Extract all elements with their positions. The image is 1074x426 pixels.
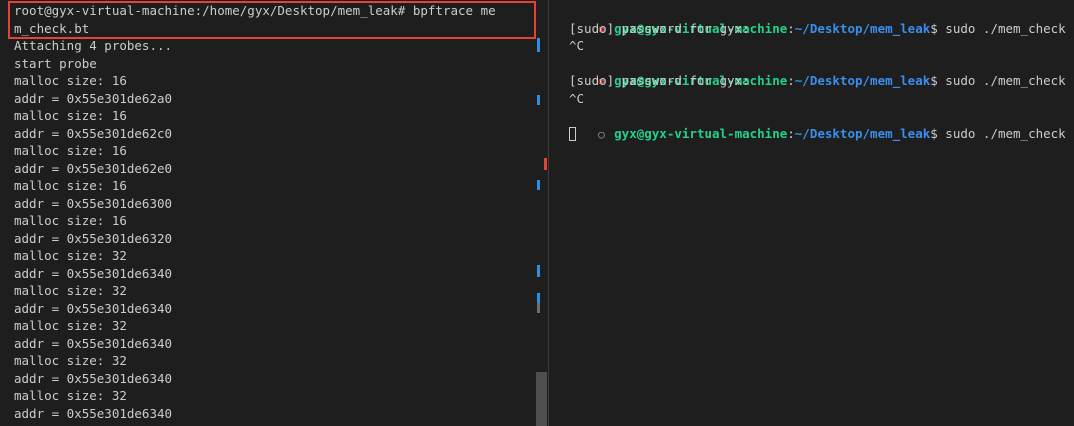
output-line: addr = 0x55e301de6340: [14, 265, 173, 281]
output-line: malloc size: 16: [14, 108, 127, 123]
output-line: start probe: [14, 55, 97, 71]
scrollbar-thumb[interactable]: [536, 372, 547, 426]
prompt-colon: :: [787, 125, 795, 141]
prompt-line-1: ⊗ gyx@gyx-virtual-machine:~/Desktop/mem_l…: [553, 2, 1066, 36]
output-line: addr = 0x55e301de6300: [14, 195, 173, 211]
user-host: gyx@gyx-virtual-machine: [614, 125, 788, 141]
output-line: malloc size: 32: [14, 353, 127, 368]
output-line: addr = 0x55e301de62a0: [14, 90, 173, 106]
output-line: addr = 0x55e301de6340: [14, 335, 173, 351]
output-line: addr = 0x55e301de6340: [14, 300, 173, 316]
prompt-colon: :: [787, 20, 795, 36]
output-line: addr = 0x55e301de6340: [14, 370, 173, 386]
scrollbar-track[interactable]: [536, 0, 547, 426]
interrupt-output: ^C: [569, 38, 585, 53]
command-text: $ sudo ./mem_check: [930, 20, 1066, 36]
prompt-colon: :: [787, 73, 795, 88]
output-line: malloc size: 32: [14, 318, 127, 333]
output-line: addr = 0x55e301de6340: [14, 405, 173, 421]
output-line: malloc size: 16: [14, 143, 127, 158]
current-path: ~/Desktop/mem_leak: [794, 20, 931, 36]
output-line: addr = 0x55e301de62c0: [14, 125, 173, 141]
interrupt-output: ^C: [569, 90, 585, 106]
output-line: Attaching 4 probes...: [14, 38, 173, 53]
output-line: malloc size: 32: [14, 248, 127, 263]
output-line: malloc size: 32: [14, 388, 127, 403]
output-line: malloc size: 16: [14, 178, 127, 193]
command-text: $ sudo ./mem_check: [930, 125, 1066, 141]
left-terminal-pane[interactable]: root@gyx-virtual-machine:/home/gyx/Deskt…: [0, 0, 549, 426]
prompt-line-3: ○ gyx@gyx-virtual-machine:~/Desktop/mem_l…: [553, 107, 1066, 141]
left-terminal-output[interactable]: root@gyx-virtual-machine:/home/gyx/Deskt…: [14, 2, 496, 422]
output-line: addr = 0x55e301de62e0: [14, 160, 173, 176]
command-line: root@gyx-virtual-machine:/home/gyx/Deskt…: [14, 3, 496, 18]
terminal-cursor[interactable]: [569, 127, 576, 141]
output-line: addr = 0x55e301de6320: [14, 230, 173, 246]
prompt-line-2: ⊗ gyx@gyx-virtual-machine:~/Desktop/mem_l…: [553, 55, 1066, 88]
output-line: malloc size: 16: [14, 73, 127, 88]
right-terminal-output[interactable]: ⊗ gyx@gyx-virtual-machine:~/Desktop/mem_l…: [553, 2, 1066, 142]
output-lines: Attaching 4 probes... start probe malloc s…: [14, 37, 496, 422]
running-status-icon: ○: [598, 127, 605, 141]
output-line: malloc size: 16: [14, 213, 127, 228]
output-line: malloc size: 32: [14, 283, 127, 298]
right-terminal-pane[interactable]: ⊗ gyx@gyx-virtual-machine:~/Desktop/mem_l…: [549, 0, 1074, 426]
current-path: ~/Desktop/mem_leak: [794, 73, 931, 88]
command-text: $ sudo ./mem_check: [930, 73, 1066, 88]
current-path: ~/Desktop/mem_leak: [794, 125, 931, 141]
command-line-wrap: m_check.bt: [14, 20, 90, 36]
